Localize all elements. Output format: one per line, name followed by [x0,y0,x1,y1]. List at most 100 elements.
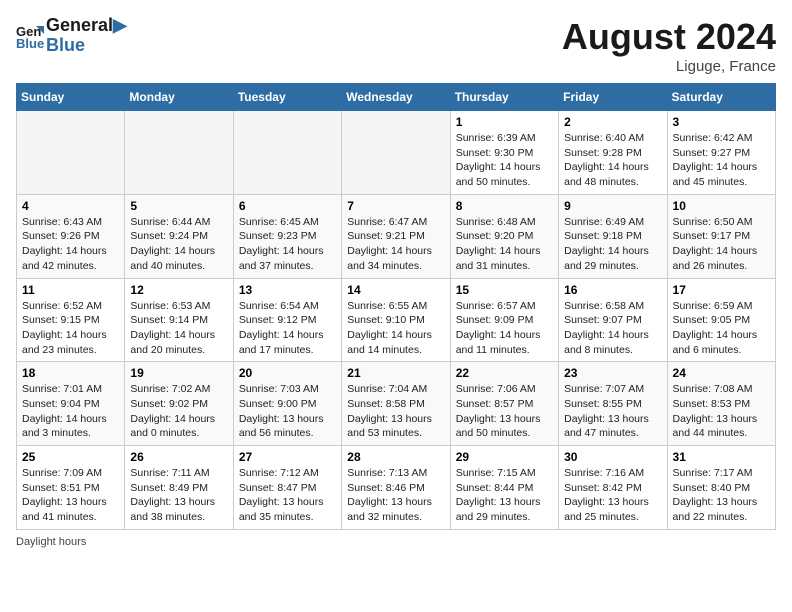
day-number: 17 [673,283,770,297]
day-info: Sunrise: 7:06 AMSunset: 8:57 PMDaylight:… [456,382,553,441]
day-number: 13 [239,283,336,297]
weekday-header-saturday: Saturday [667,84,775,111]
calendar-cell: 10Sunrise: 6:50 AMSunset: 9:17 PMDayligh… [667,194,775,278]
day-info: Sunrise: 6:40 AMSunset: 9:28 PMDaylight:… [564,131,661,190]
day-number: 23 [564,366,661,380]
day-info: Sunrise: 6:58 AMSunset: 9:07 PMDaylight:… [564,299,661,358]
calendar-cell: 31 Sunrise: 7:17 AMSunset: 8:40 PMDayligh… [667,446,775,530]
calendar-cell: 28 Sunrise: 7:13 AMSunset: 8:46 PMDayligh… [342,446,450,530]
day-number: 31 [673,450,770,464]
day-number: 21 [347,366,444,380]
day-info: Sunrise: 7:02 AMSunset: 9:02 PMDaylight:… [130,382,227,441]
day-number: 30 [564,450,661,464]
calendar-cell: 2 Sunrise: 6:40 AMSunset: 9:28 PMDaylight… [559,111,667,195]
day-info: Sunrise: 6:42 AMSunset: 9:27 PMDaylight:… [673,131,770,190]
weekday-header-monday: Monday [125,84,233,111]
calendar-cell: 14 Sunrise: 6:55 AMSunset: 9:10 PMDayligh… [342,278,450,362]
weekday-header-sunday: Sunday [17,84,125,111]
calendar-cell: 4 Sunrise: 6:43 AMSunset: 9:26 PMDaylight… [17,194,125,278]
calendar-cell: 21 Sunrise: 7:04 AMSunset: 8:58 PMDayligh… [342,362,450,446]
calendar-cell: 20 Sunrise: 7:03 AMSunset: 9:00 PMDayligh… [233,362,341,446]
day-info: Sunrise: 7:11 AMSunset: 8:49 PMDaylight:… [130,466,227,525]
day-info: Sunrise: 6:48 AMSunset: 9:20 PMDaylight:… [456,215,553,274]
calendar-cell: 17 Sunrise: 6:59 AMSunset: 9:05 PMDayligh… [667,278,775,362]
calendar-cell: 27Sunrise: 7:12 AMSunset: 8:47 PMDayligh… [233,446,341,530]
day-info: Sunrise: 6:59 AMSunset: 9:05 PMDaylight:… [673,299,770,358]
day-number: 29 [456,450,553,464]
day-number: 7 [347,199,444,213]
month-year: August 2024 [562,16,776,58]
calendar-cell: 25 Sunrise: 7:09 AMSunset: 8:51 PMDayligh… [17,446,125,530]
day-number: 9 [564,199,661,213]
day-info: Sunrise: 7:03 AMSunset: 9:00 PMDaylight:… [239,382,336,441]
calendar-cell: 26 Sunrise: 7:11 AMSunset: 8:49 PMDayligh… [125,446,233,530]
day-info: Sunrise: 6:55 AMSunset: 9:10 PMDaylight:… [347,299,444,358]
calendar-cell [233,111,341,195]
day-info: Sunrise: 6:52 AMSunset: 9:15 PMDaylight:… [22,299,119,358]
calendar-table: SundayMondayTuesdayWednesdayThursdayFrid… [16,83,776,530]
day-number: 27 [239,450,336,464]
weekday-header-thursday: Thursday [450,84,558,111]
calendar-cell [17,111,125,195]
calendar-cell [342,111,450,195]
day-info: Sunrise: 7:07 AMSunset: 8:55 PMDaylight:… [564,382,661,441]
calendar-cell: 9Sunrise: 6:49 AMSunset: 9:18 PMDaylight… [559,194,667,278]
day-number: 12 [130,283,227,297]
day-info: Sunrise: 7:16 AMSunset: 8:42 PMDaylight:… [564,466,661,525]
calendar-cell: 18 Sunrise: 7:01 AMSunset: 9:04 PMDayligh… [17,362,125,446]
day-info: Sunrise: 7:04 AMSunset: 8:58 PMDaylight:… [347,382,444,441]
calendar-cell: 30 Sunrise: 7:16 AMSunset: 8:42 PMDayligh… [559,446,667,530]
calendar-cell: 13 Sunrise: 6:54 AMSunset: 9:12 PMDayligh… [233,278,341,362]
day-number: 2 [564,115,661,129]
weekday-header-friday: Friday [559,84,667,111]
day-info: Sunrise: 6:57 AMSunset: 9:09 PMDaylight:… [456,299,553,358]
weekday-header-wednesday: Wednesday [342,84,450,111]
calendar-cell: 8 Sunrise: 6:48 AMSunset: 9:20 PMDaylight… [450,194,558,278]
day-info: Sunrise: 6:39 AMSunset: 9:30 PMDaylight:… [456,131,553,190]
day-number: 18 [22,366,119,380]
calendar-cell: 15 Sunrise: 6:57 AMSunset: 9:09 PMDayligh… [450,278,558,362]
day-number: 11 [22,283,119,297]
day-info: Sunrise: 6:47 AMSunset: 9:21 PMDaylight:… [347,215,444,274]
day-number: 15 [456,283,553,297]
logo: Gen Blue General▶ Blue [16,16,127,56]
day-number: 20 [239,366,336,380]
day-info: Sunrise: 6:45 AMSunset: 9:23 PMDaylight:… [239,215,336,274]
calendar-cell [125,111,233,195]
calendar-cell: 6 Sunrise: 6:45 AMSunset: 9:23 PMDaylight… [233,194,341,278]
calendar-cell: 16 Sunrise: 6:58 AMSunset: 9:07 PMDayligh… [559,278,667,362]
day-number: 6 [239,199,336,213]
day-info: Sunrise: 7:13 AMSunset: 8:46 PMDaylight:… [347,466,444,525]
calendar-cell: 29 Sunrise: 7:15 AMSunset: 8:44 PMDayligh… [450,446,558,530]
page-header: Gen Blue General▶ Blue August 2024 Ligug… [16,16,776,75]
day-info: Sunrise: 7:17 AMSunset: 8:40 PMDaylight:… [673,466,770,525]
calendar-cell: 24Sunrise: 7:08 AMSunset: 8:53 PMDayligh… [667,362,775,446]
calendar-cell: 12 Sunrise: 6:53 AMSunset: 9:14 PMDayligh… [125,278,233,362]
day-info: Sunrise: 6:43 AMSunset: 9:26 PMDaylight:… [22,215,119,274]
day-info: Sunrise: 6:53 AMSunset: 9:14 PMDaylight:… [130,299,227,358]
day-info: Sunrise: 7:01 AMSunset: 9:04 PMDaylight:… [22,382,119,441]
calendar-cell: 23 Sunrise: 7:07 AMSunset: 8:55 PMDayligh… [559,362,667,446]
day-info: Sunrise: 6:50 AMSunset: 9:17 PMDaylight:… [673,215,770,274]
calendar-cell: 19Sunrise: 7:02 AMSunset: 9:02 PMDayligh… [125,362,233,446]
day-info: Sunrise: 7:09 AMSunset: 8:51 PMDaylight:… [22,466,119,525]
calendar-cell: 1Sunrise: 6:39 AMSunset: 9:30 PMDaylight… [450,111,558,195]
day-number: 22 [456,366,553,380]
day-info: Sunrise: 7:08 AMSunset: 8:53 PMDaylight:… [673,382,770,441]
day-info: Sunrise: 6:54 AMSunset: 9:12 PMDaylight:… [239,299,336,358]
day-number: 26 [130,450,227,464]
calendar-cell: 3 Sunrise: 6:42 AMSunset: 9:27 PMDaylight… [667,111,775,195]
day-number: 5 [130,199,227,213]
day-number: 4 [22,199,119,213]
location: Liguge, France [562,58,776,75]
svg-text:Blue: Blue [16,36,44,50]
day-number: 3 [673,115,770,129]
day-number: 25 [22,450,119,464]
day-number: 16 [564,283,661,297]
weekday-header-tuesday: Tuesday [233,84,341,111]
day-info: Sunrise: 7:15 AMSunset: 8:44 PMDaylight:… [456,466,553,525]
day-number: 28 [347,450,444,464]
day-info: Sunrise: 6:44 AMSunset: 9:24 PMDaylight:… [130,215,227,274]
day-number: 8 [456,199,553,213]
day-number: 14 [347,283,444,297]
